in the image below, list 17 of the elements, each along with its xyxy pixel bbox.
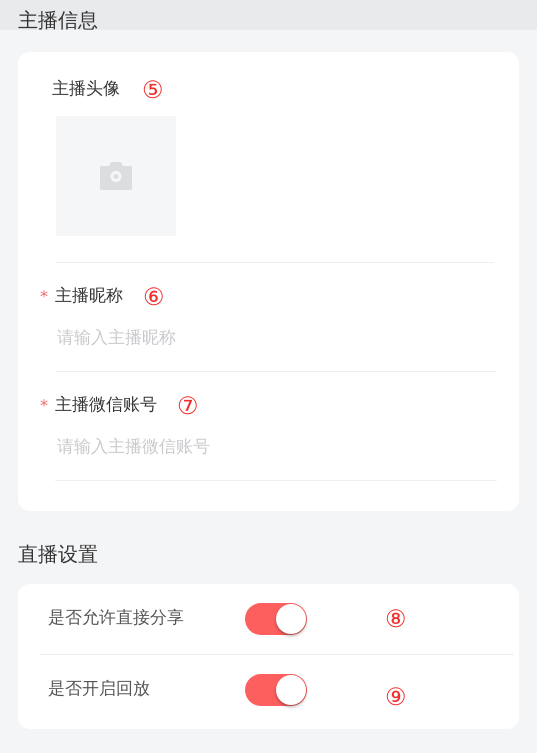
toggle-switch[interactable] — [245, 603, 307, 635]
annotation-marker: ⑧ — [385, 605, 407, 633]
setting-label: 是否允许直接分享 — [48, 607, 185, 630]
section-title: 主播信息 — [18, 7, 99, 33]
toggle-switch[interactable] — [245, 674, 307, 706]
annotation-marker: ⑤ — [142, 76, 164, 104]
camera-icon — [100, 162, 132, 190]
field-label: 主播昵称 — [55, 285, 123, 308]
section-title: 直播设置 — [18, 542, 98, 566]
annotation-marker: ⑨ — [385, 683, 407, 711]
required-asterisk: * — [40, 286, 49, 308]
annotation-marker: ⑦ — [177, 392, 199, 420]
annotation-marker: ⑥ — [143, 283, 165, 311]
setting-label: 是否开启回放 — [48, 678, 151, 702]
field-label: 主播微信账号 — [55, 394, 157, 418]
field-label: 主播头像 — [52, 78, 120, 102]
required-asterisk: * — [40, 395, 49, 417]
